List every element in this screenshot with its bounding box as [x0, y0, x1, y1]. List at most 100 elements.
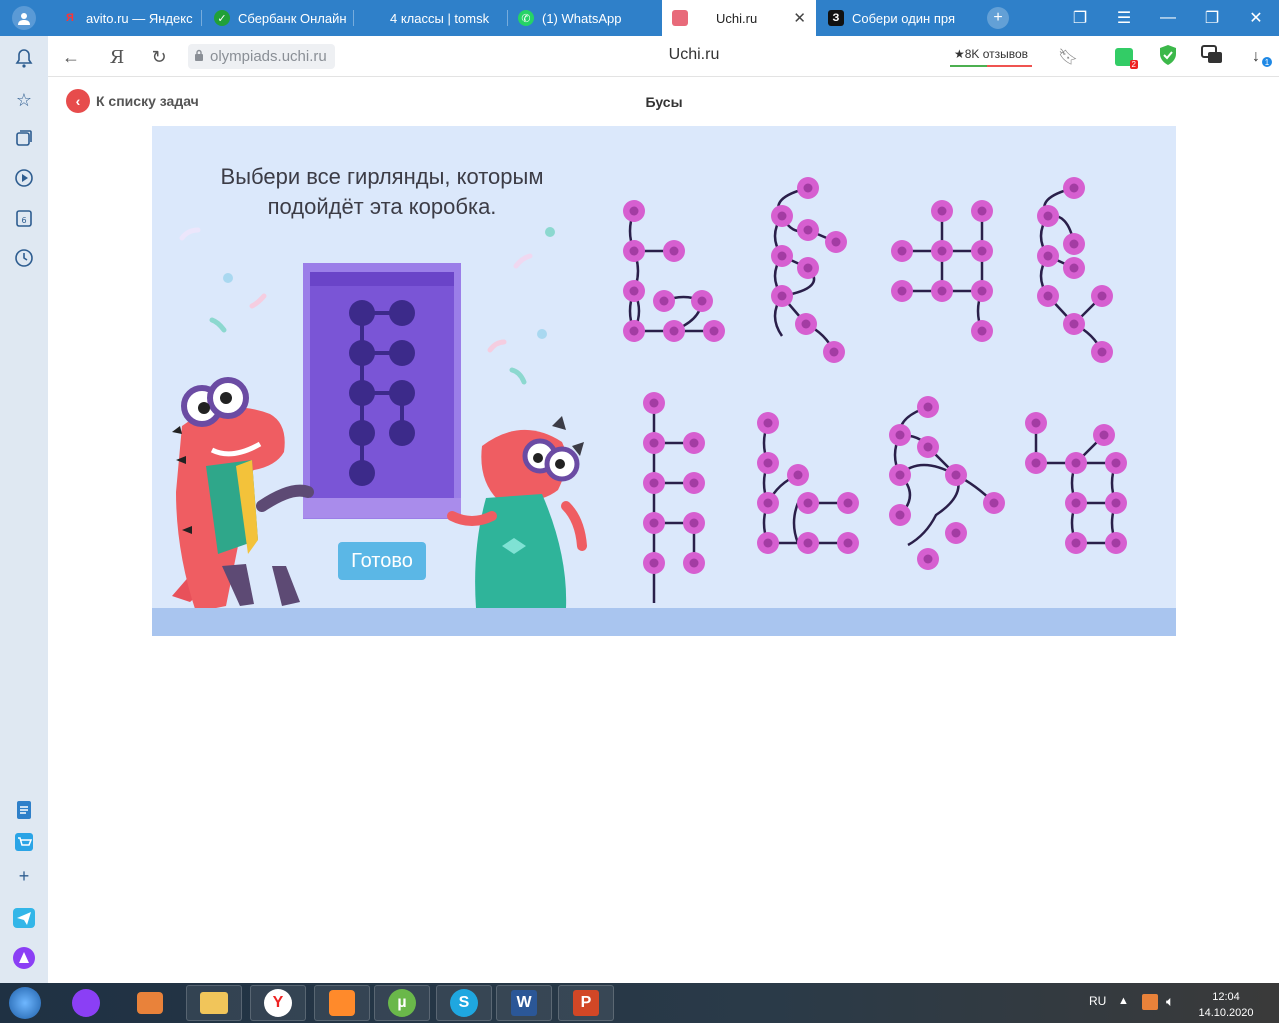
- volume-icon[interactable]: 🔈︎: [1166, 993, 1174, 1010]
- bead-center: [689, 518, 699, 528]
- sublime-icon: [329, 990, 355, 1016]
- bead-center: [1071, 458, 1081, 468]
- taskbar-word[interactable]: W: [496, 985, 552, 1021]
- bead-center: [803, 225, 813, 235]
- tab-label: avito.ru — Яндекс: [86, 10, 193, 26]
- reload-button[interactable]: ↻: [146, 44, 172, 70]
- messenger-button[interactable]: [12, 907, 36, 932]
- bead-center: [977, 326, 987, 336]
- downloads-button[interactable]: ↓ 1: [1244, 45, 1272, 69]
- tab-avito[interactable]: Я avito.ru — Яндекс: [52, 0, 202, 36]
- arrow-left-icon: ←: [62, 46, 80, 67]
- chevron-left-icon: ‹: [66, 89, 90, 113]
- task-title: Бусы: [645, 94, 683, 110]
- bead-center: [1031, 458, 1041, 468]
- protect-button[interactable]: [1156, 44, 1180, 69]
- document-icon: [16, 800, 32, 825]
- bookmark-button[interactable]: 🔖︎: [1056, 45, 1080, 69]
- tab-sberbank[interactable]: ✓ Сбербанк Онлайн: [204, 0, 354, 36]
- minimize-button[interactable]: —: [1146, 0, 1190, 36]
- back-button[interactable]: ←: [58, 44, 84, 70]
- profile-button[interactable]: [0, 0, 48, 36]
- market-button[interactable]: [12, 832, 36, 856]
- svg-text:6: 6: [21, 216, 26, 225]
- restore-button[interactable]: ❐: [1190, 0, 1234, 36]
- tab-whatsapp[interactable]: ✆ (1) WhatsApp: [508, 0, 660, 36]
- back-to-tasks-link[interactable]: ‹ К списку задач: [66, 89, 199, 113]
- bead-center: [763, 538, 773, 548]
- bead-center: [843, 498, 853, 508]
- tabs-icon: ❐: [1072, 10, 1088, 27]
- media-button[interactable]: [12, 168, 36, 192]
- taskbar-alice[interactable]: [58, 985, 114, 1021]
- dino-left: [172, 377, 314, 612]
- reviews-badge[interactable]: ★8K отзывов: [948, 42, 1034, 67]
- menu-button[interactable]: ☰: [1102, 0, 1146, 36]
- tabs-list-button[interactable]: ❐: [1058, 0, 1102, 36]
- language-indicator[interactable]: RU: [1089, 994, 1106, 1008]
- taskbar-yandex-browser[interactable]: Y: [250, 985, 306, 1021]
- new-tab-button[interactable]: +: [976, 0, 1020, 36]
- bead-center: [697, 296, 707, 306]
- tab-tomsk[interactable]: 4 классы | tomsk: [356, 0, 508, 36]
- url-field[interactable]: olympiads.uchi.ru: [188, 44, 335, 69]
- star-icon: ☆: [15, 89, 33, 110]
- bead-center: [1043, 211, 1053, 221]
- bead-center: [829, 347, 839, 357]
- tab-label: Uchi.ru: [716, 10, 758, 26]
- powerpoint-icon: P: [573, 990, 599, 1016]
- bead-center: [831, 237, 841, 247]
- calendar-button[interactable]: 6: [12, 208, 36, 232]
- bead-center: [1111, 538, 1121, 548]
- alice-icon: [72, 989, 100, 1017]
- uchi-icon: [672, 10, 688, 26]
- taskbar-media-player[interactable]: [122, 985, 178, 1021]
- start-button[interactable]: [0, 985, 50, 1021]
- done-button[interactable]: Готово: [338, 542, 426, 580]
- minimize-icon: —: [1160, 9, 1176, 26]
- yandex-icon: Я: [66, 12, 74, 24]
- taskbar-utorrent[interactable]: µ: [374, 985, 430, 1021]
- alice-button[interactable]: [12, 946, 36, 974]
- bead-center: [1069, 183, 1079, 193]
- bell-icon: [15, 48, 33, 73]
- tray-app-icon[interactable]: [1142, 994, 1158, 1010]
- system-clock[interactable]: 12:04 14.10.2020: [1196, 989, 1256, 1021]
- taskbar-file-explorer[interactable]: [186, 985, 242, 1021]
- bead-center: [1111, 458, 1121, 468]
- yandex-home-button[interactable]: Я: [104, 44, 130, 70]
- bead-center: [937, 286, 947, 296]
- add-panel-button[interactable]: +: [12, 864, 36, 888]
- chat-button[interactable]: [1200, 44, 1224, 69]
- bead-center: [659, 296, 669, 306]
- extension-button[interactable]: 2: [1112, 45, 1138, 69]
- bookmarks-button[interactable]: ☆: [12, 88, 36, 112]
- history-button[interactable]: [12, 248, 36, 272]
- plus-icon: +: [18, 865, 30, 886]
- task-stage: Выбери все гирлянды, которым подойдёт эт…: [152, 126, 1176, 636]
- url-text: olympiads.uchi.ru: [210, 48, 327, 65]
- tab-uchi[interactable]: Uchi.ru ✕: [662, 0, 816, 36]
- bead-center: [895, 470, 905, 480]
- bead-center: [649, 558, 659, 568]
- profile-icon: [12, 6, 36, 30]
- docs-button[interactable]: [12, 800, 36, 824]
- close-window-button[interactable]: ✕: [1234, 0, 1278, 36]
- tray-expand-icon[interactable]: ▲: [1118, 995, 1129, 1007]
- bead-center: [1097, 347, 1107, 357]
- collections-button[interactable]: [12, 128, 36, 152]
- dino-right: [447, 416, 587, 608]
- close-icon[interactable]: ✕: [793, 9, 806, 27]
- notifications-button[interactable]: [12, 48, 36, 72]
- tab-zen[interactable]: З Собери один пря: [818, 0, 970, 36]
- bead-center: [923, 402, 933, 412]
- sber-icon: ✓: [214, 10, 230, 26]
- lock-icon: [194, 48, 204, 65]
- alice-icon: [13, 946, 35, 974]
- yandex-browser-icon: Y: [264, 989, 292, 1017]
- bead-center: [1043, 251, 1053, 261]
- taskbar-powerpoint[interactable]: P: [558, 985, 614, 1021]
- taskbar-skype[interactable]: S: [436, 985, 492, 1021]
- tab-label: 4 классы | tomsk: [390, 10, 490, 26]
- taskbar-sublime[interactable]: [314, 985, 370, 1021]
